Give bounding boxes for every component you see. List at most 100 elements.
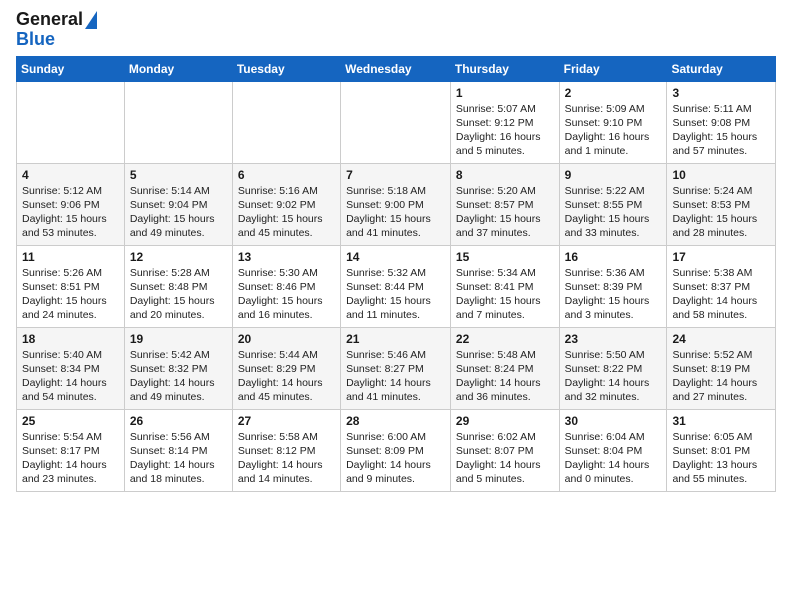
calendar-week-row: 1 Sunrise: 5:07 AM Sunset: 9:12 PM Daylig… [17,81,776,163]
day-number: 8 [456,168,554,182]
day-number: 16 [565,250,662,264]
day-number: 14 [346,250,445,264]
calendar-cell: 27 Sunrise: 5:58 AM Sunset: 8:12 PM Dayli… [232,409,340,491]
calendar-cell: 1 Sunrise: 5:07 AM Sunset: 9:12 PM Daylig… [450,81,559,163]
header: General Blue [16,10,776,50]
day-info: Sunrise: 5:36 AM Sunset: 8:39 PM Dayligh… [565,266,662,323]
day-info: Sunrise: 5:14 AM Sunset: 9:04 PM Dayligh… [130,184,227,241]
day-number: 12 [130,250,227,264]
calendar-cell: 15 Sunrise: 5:34 AM Sunset: 8:41 PM Dayli… [450,245,559,327]
calendar-cell: 22 Sunrise: 5:48 AM Sunset: 8:24 PM Dayli… [450,327,559,409]
day-number: 6 [238,168,335,182]
calendar-header-row: SundayMondayTuesdayWednesdayThursdayFrid… [17,56,776,81]
calendar-cell: 8 Sunrise: 5:20 AM Sunset: 8:57 PM Daylig… [450,163,559,245]
logo-blue: Blue [16,29,55,49]
day-number: 24 [672,332,770,346]
day-number: 21 [346,332,445,346]
day-info: Sunrise: 6:00 AM Sunset: 8:09 PM Dayligh… [346,430,445,487]
calendar-week-row: 25 Sunrise: 5:54 AM Sunset: 8:17 PM Dayli… [17,409,776,491]
day-info: Sunrise: 5:18 AM Sunset: 9:00 PM Dayligh… [346,184,445,241]
day-number: 5 [130,168,227,182]
day-number: 10 [672,168,770,182]
day-info: Sunrise: 5:09 AM Sunset: 9:10 PM Dayligh… [565,102,662,159]
calendar-cell: 31 Sunrise: 6:05 AM Sunset: 8:01 PM Dayli… [667,409,776,491]
day-info: Sunrise: 6:02 AM Sunset: 8:07 PM Dayligh… [456,430,554,487]
day-number: 18 [22,332,119,346]
day-info: Sunrise: 5:40 AM Sunset: 8:34 PM Dayligh… [22,348,119,405]
day-number: 13 [238,250,335,264]
calendar-cell: 16 Sunrise: 5:36 AM Sunset: 8:39 PM Dayli… [559,245,667,327]
calendar-cell: 2 Sunrise: 5:09 AM Sunset: 9:10 PM Daylig… [559,81,667,163]
day-number: 22 [456,332,554,346]
calendar-cell: 26Sunrise: 5:56 AM Sunset: 8:14 PM Dayli… [124,409,232,491]
day-info: Sunrise: 6:05 AM Sunset: 8:01 PM Dayligh… [672,430,770,487]
day-info: Sunrise: 5:38 AM Sunset: 8:37 PM Dayligh… [672,266,770,323]
calendar-cell: 9 Sunrise: 5:22 AM Sunset: 8:55 PM Daylig… [559,163,667,245]
day-info: Sunrise: 5:24 AM Sunset: 8:53 PM Dayligh… [672,184,770,241]
calendar-table: SundayMondayTuesdayWednesdayThursdayFrid… [16,56,776,492]
day-info: Sunrise: 5:28 AM Sunset: 8:48 PM Dayligh… [130,266,227,323]
weekday-header: Friday [559,56,667,81]
page: General Blue SundayMondayTuesdayWednesda… [0,0,792,612]
day-info: Sunrise: 5:26 AM Sunset: 8:51 PM Dayligh… [22,266,119,323]
calendar-cell: 4 Sunrise: 5:12 AM Sunset: 9:06 PM Daylig… [17,163,125,245]
calendar-cell: 11Sunrise: 5:26 AM Sunset: 8:51 PM Dayli… [17,245,125,327]
day-number: 28 [346,414,445,428]
calendar-cell: 21 Sunrise: 5:46 AM Sunset: 8:27 PM Dayli… [341,327,451,409]
calendar-cell [341,81,451,163]
day-number: 23 [565,332,662,346]
day-info: Sunrise: 5:48 AM Sunset: 8:24 PM Dayligh… [456,348,554,405]
weekday-header: Tuesday [232,56,340,81]
logo-text: General [16,10,83,30]
calendar-cell: 5 Sunrise: 5:14 AM Sunset: 9:04 PM Daylig… [124,163,232,245]
day-number: 4 [22,168,119,182]
day-info: Sunrise: 5:42 AM Sunset: 8:32 PM Dayligh… [130,348,227,405]
calendar-cell: 28 Sunrise: 6:00 AM Sunset: 8:09 PM Dayli… [341,409,451,491]
day-number: 26 [130,414,227,428]
day-number: 3 [672,86,770,100]
logo: General Blue [16,10,97,50]
day-info: Sunrise: 5:44 AM Sunset: 8:29 PM Dayligh… [238,348,335,405]
calendar-week-row: 18 Sunrise: 5:40 AM Sunset: 8:34 PM Dayli… [17,327,776,409]
day-info: Sunrise: 5:46 AM Sunset: 8:27 PM Dayligh… [346,348,445,405]
day-number: 19 [130,332,227,346]
day-number: 9 [565,168,662,182]
calendar-cell: 6 Sunrise: 5:16 AM Sunset: 9:02 PM Daylig… [232,163,340,245]
day-info: Sunrise: 5:12 AM Sunset: 9:06 PM Dayligh… [22,184,119,241]
day-number: 27 [238,414,335,428]
day-info: Sunrise: 5:22 AM Sunset: 8:55 PM Dayligh… [565,184,662,241]
calendar-week-row: 4 Sunrise: 5:12 AM Sunset: 9:06 PM Daylig… [17,163,776,245]
day-number: 20 [238,332,335,346]
calendar-cell [124,81,232,163]
calendar-cell: 10 Sunrise: 5:24 AM Sunset: 8:53 PM Dayli… [667,163,776,245]
calendar-cell: 17 Sunrise: 5:38 AM Sunset: 8:37 PM Dayli… [667,245,776,327]
day-number: 7 [346,168,445,182]
day-number: 30 [565,414,662,428]
calendar-cell [17,81,125,163]
weekday-header: Saturday [667,56,776,81]
calendar-cell: 23 Sunrise: 5:50 AM Sunset: 8:22 PM Dayli… [559,327,667,409]
day-info: Sunrise: 5:54 AM Sunset: 8:17 PM Dayligh… [22,430,119,487]
day-info: Sunrise: 5:20 AM Sunset: 8:57 PM Dayligh… [456,184,554,241]
day-number: 31 [672,414,770,428]
day-info: Sunrise: 5:34 AM Sunset: 8:41 PM Dayligh… [456,266,554,323]
calendar-cell: 3Sunrise: 5:11 AM Sunset: 9:08 PM Daylig… [667,81,776,163]
day-info: Sunrise: 5:16 AM Sunset: 9:02 PM Dayligh… [238,184,335,241]
day-number: 25 [22,414,119,428]
day-info: Sunrise: 5:50 AM Sunset: 8:22 PM Dayligh… [565,348,662,405]
day-info: Sunrise: 5:58 AM Sunset: 8:12 PM Dayligh… [238,430,335,487]
day-number: 15 [456,250,554,264]
calendar-cell: 13 Sunrise: 5:30 AM Sunset: 8:46 PM Dayli… [232,245,340,327]
calendar-cell: 7 Sunrise: 5:18 AM Sunset: 9:00 PM Daylig… [341,163,451,245]
weekday-header: Thursday [450,56,559,81]
day-number: 17 [672,250,770,264]
calendar-cell: 12 Sunrise: 5:28 AM Sunset: 8:48 PM Dayli… [124,245,232,327]
day-number: 2 [565,86,662,100]
day-info: Sunrise: 5:07 AM Sunset: 9:12 PM Dayligh… [456,102,554,159]
day-info: Sunrise: 5:30 AM Sunset: 8:46 PM Dayligh… [238,266,335,323]
calendar-cell: 20 Sunrise: 5:44 AM Sunset: 8:29 PM Dayli… [232,327,340,409]
day-number: 1 [456,86,554,100]
calendar-cell [232,81,340,163]
day-info: Sunrise: 5:52 AM Sunset: 8:19 PM Dayligh… [672,348,770,405]
day-info: Sunrise: 5:32 AM Sunset: 8:44 PM Dayligh… [346,266,445,323]
